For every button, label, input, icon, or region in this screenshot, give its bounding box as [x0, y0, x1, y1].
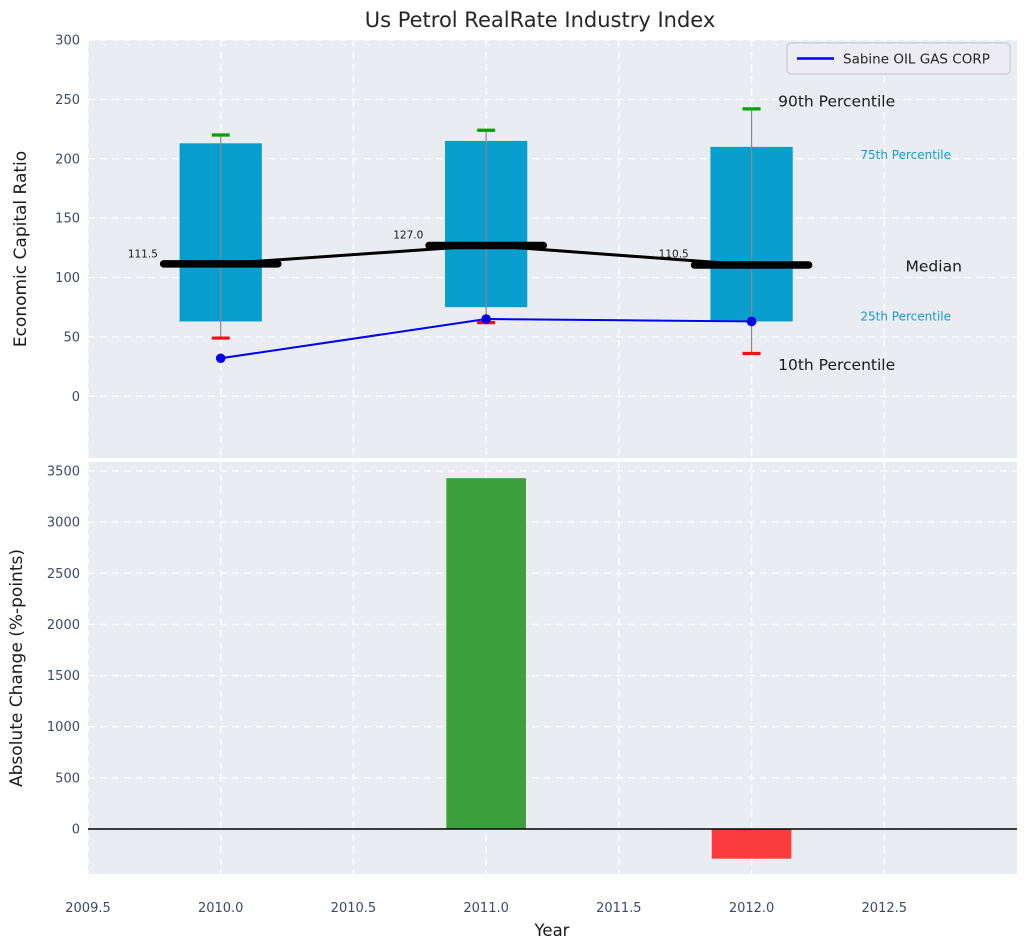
percentile-annotation: 10th Percentile	[778, 356, 895, 374]
bottom-y-axis-label: Absolute Change (%-points)	[7, 549, 27, 787]
top-y-tick-label: 300	[55, 34, 80, 49]
top-y-axis-label: Economic Capital Ratio	[11, 151, 31, 347]
legend: Sabine OIL GAS CORP	[787, 43, 1010, 74]
top-y-tick-label: 250	[55, 93, 80, 108]
chart-title: Us Petrol RealRate Industry Index	[365, 8, 716, 32]
company-marker	[481, 314, 491, 324]
x-tick-label: 2012.5	[862, 901, 908, 916]
bottom-y-tick-label: 2500	[47, 567, 80, 582]
bottom-y-tick-label: 1500	[47, 669, 80, 684]
company-marker	[216, 353, 226, 363]
x-tick-label: 2010.0	[198, 901, 244, 916]
top-y-tick-label: 50	[63, 330, 80, 345]
x-tick-label: 2010.5	[331, 901, 377, 916]
x-tick-label: 2009.5	[65, 901, 111, 916]
top-y-tick-label: 0	[72, 390, 80, 405]
median-value-label: 110.5	[659, 248, 689, 260]
change-bar-negative	[712, 829, 792, 859]
percentile-annotation: Median	[906, 258, 962, 276]
x-tick-label: 2012.0	[729, 901, 775, 916]
percentile-annotation: 90th Percentile	[778, 93, 895, 111]
top-y-tick-label: 200	[55, 152, 80, 167]
x-tick-label: 2011.5	[596, 901, 642, 916]
top-y-tick-label: 100	[55, 271, 80, 286]
bottom-y-tick-label: 3500	[47, 465, 80, 480]
median-value-label: 127.0	[393, 229, 423, 241]
percentile-annotation: 25th Percentile	[860, 309, 951, 323]
percentile-annotation: 75th Percentile	[860, 148, 951, 162]
x-axis-label: Year	[534, 921, 570, 940]
legend-label: Sabine OIL GAS CORP	[843, 52, 990, 68]
x-tick-label: 2011.0	[463, 901, 509, 916]
bottom-plot-area	[88, 462, 1017, 874]
change-bar-positive	[446, 478, 526, 829]
top-y-tick-label: 150	[55, 212, 80, 227]
industry-index-chart: 0501001502002503000500100015002000250030…	[0, 0, 1026, 942]
bottom-y-tick-label: 500	[55, 771, 80, 786]
bottom-y-tick-label: 2000	[47, 618, 80, 633]
median-value-label: 111.5	[128, 248, 158, 260]
company-marker	[747, 317, 757, 327]
bottom-y-tick-label: 1000	[47, 720, 80, 735]
bottom-y-tick-label: 3000	[47, 516, 80, 531]
bottom-y-tick-label: 0	[72, 822, 80, 837]
figure: 0501001502002503000500100015002000250030…	[0, 0, 1026, 942]
